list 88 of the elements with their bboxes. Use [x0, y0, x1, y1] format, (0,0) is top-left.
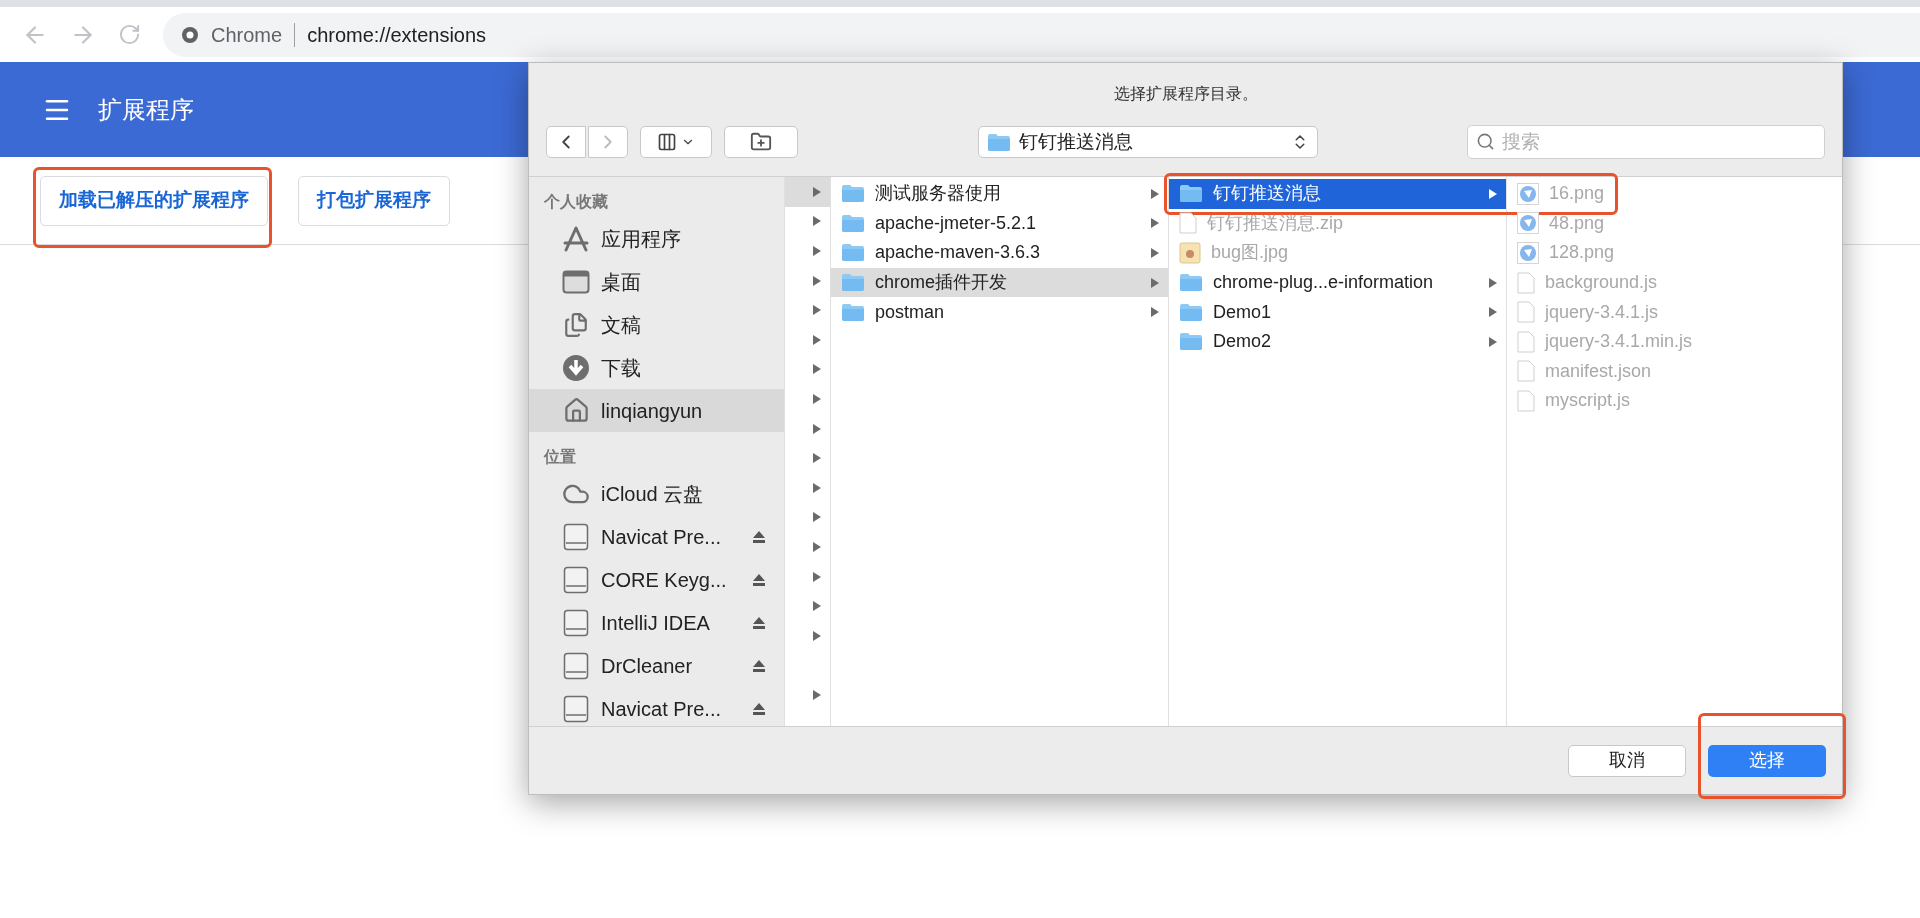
sidebar-item[interactable]: CORE Keyg...	[529, 558, 784, 601]
disclosure-arrow-icon[interactable]	[812, 304, 822, 317]
new-folder-icon	[750, 131, 772, 153]
image-file-icon	[1517, 212, 1539, 235]
documents-icon	[563, 311, 589, 338]
path-popup[interactable]: 钉钉推送消息	[977, 126, 1318, 158]
eject-icon[interactable]	[752, 615, 766, 630]
file-row[interactable]: 测试服务器使用	[831, 179, 1168, 209]
folder-icon	[841, 302, 865, 322]
view-mode-button[interactable]	[640, 126, 712, 158]
disclosure-arrow-icon[interactable]	[812, 629, 822, 642]
sidebar-item[interactable]: Navicat Pre...	[529, 687, 784, 730]
disclosure-arrow-icon[interactable]	[812, 215, 822, 228]
toolbar-button[interactable]: 加载已解压的扩展程序	[40, 175, 268, 226]
app-store-icon	[562, 225, 590, 252]
disclosure-arrow-icon[interactable]	[812, 363, 822, 376]
file-icon	[1517, 389, 1535, 412]
url-text: chrome://extensions	[307, 22, 487, 48]
image-file-icon	[1517, 182, 1539, 205]
new-folder-button[interactable]	[724, 126, 798, 158]
folder-icon	[1179, 273, 1203, 293]
page-title: 扩展程序	[98, 94, 194, 125]
image-thumbnail-icon	[1179, 242, 1201, 264]
folder-icon	[841, 243, 865, 263]
file-row[interactable]: chrome插件开发	[831, 267, 1168, 298]
file-row[interactable]: apache-maven-3.6.3	[831, 238, 1168, 268]
selected-row-highlight[interactable]	[785, 177, 830, 207]
home-icon	[562, 397, 590, 424]
file-row[interactable]: apache-jmeter-5.2.1	[831, 208, 1168, 239]
sidebar-item[interactable]: Navicat Pre...	[529, 515, 784, 558]
file-row[interactable]: chrome-plug...e-information	[1169, 267, 1506, 298]
site-label: Chrome	[211, 22, 283, 48]
disclosure-arrow-icon[interactable]	[812, 481, 822, 494]
folder-icon	[1179, 184, 1203, 204]
disclosure-arrow-icon[interactable]	[812, 274, 822, 287]
eject-icon[interactable]	[752, 658, 766, 673]
disclosure-arrow-icon[interactable]	[812, 333, 822, 346]
disclosure-arrow-icon[interactable]	[812, 688, 822, 701]
disclosure-arrow-icon[interactable]	[812, 511, 822, 524]
disclosure-arrow-icon[interactable]	[812, 600, 822, 613]
folder-icon	[841, 184, 865, 204]
disclosure-arrow-icon[interactable]	[812, 245, 822, 257]
file-icon	[1517, 271, 1535, 294]
chrome-logo-icon	[181, 25, 199, 44]
sidebar-item[interactable]: 下载	[529, 346, 784, 389]
disclosure-arrow-icon[interactable]	[812, 422, 822, 435]
sidebar-item[interactable]: iCloud 云盘	[529, 472, 784, 515]
sidebar-item[interactable]: linqiangyun	[529, 389, 784, 432]
disclosure-arrow-icon[interactable]	[812, 540, 822, 553]
file-row[interactable]: postman	[831, 297, 1168, 327]
sidebar-item[interactable]: 应用程序	[529, 217, 784, 260]
eject-icon[interactable]	[752, 701, 766, 716]
file-icon	[1179, 212, 1197, 235]
back-button[interactable]	[546, 126, 586, 158]
folder-icon	[986, 132, 1011, 152]
file-row[interactable]: Demo1	[1169, 297, 1506, 327]
image-file-icon	[1517, 242, 1539, 264]
folder-icon	[841, 213, 865, 233]
eject-icon[interactable]	[752, 572, 766, 587]
desktop-icon	[562, 269, 590, 294]
file-icon	[1517, 360, 1535, 383]
sidebar-heading: 个人收藏	[543, 192, 609, 212]
file-icon	[1517, 330, 1535, 353]
folder-icon	[841, 273, 865, 293]
sidebar-item[interactable]: DrCleaner	[529, 644, 784, 687]
sidebar-item[interactable]: IntelliJ IDEA	[529, 601, 784, 644]
file-row[interactable]: Demo2	[1169, 326, 1506, 357]
download-icon	[562, 353, 590, 382]
folder-icon	[1179, 302, 1203, 322]
dialog-button[interactable]: 取消	[1568, 744, 1686, 777]
eject-icon[interactable]	[752, 529, 766, 544]
file-row[interactable]: 钉钉推送消息	[1169, 179, 1506, 209]
sidebar-item[interactable]: 桌面	[529, 260, 784, 303]
disclosure-arrow-icon[interactable]	[812, 452, 822, 465]
disclosure-arrow-icon[interactable]	[812, 392, 822, 405]
sidebar-heading: 位置	[542, 447, 577, 467]
disclosure-arrow-icon[interactable]	[812, 570, 822, 583]
sidebar-item[interactable]: 文稿	[529, 303, 784, 346]
disclosure-arrow-icon[interactable]	[812, 185, 822, 198]
folder-icon	[1179, 332, 1203, 352]
columns-view-icon	[657, 132, 677, 152]
search-field[interactable]: 搜索	[1467, 125, 1825, 159]
search-icon	[1476, 132, 1495, 151]
dialog-button[interactable]: 选择	[1708, 744, 1826, 777]
toolbar-button[interactable]: 打包扩展程序	[298, 175, 450, 226]
dialog-title: 选择扩展程序目录。	[1113, 84, 1258, 104]
file-icon	[1517, 301, 1535, 324]
address-bar[interactable]: Chrome chrome://extensions	[163, 12, 1920, 57]
